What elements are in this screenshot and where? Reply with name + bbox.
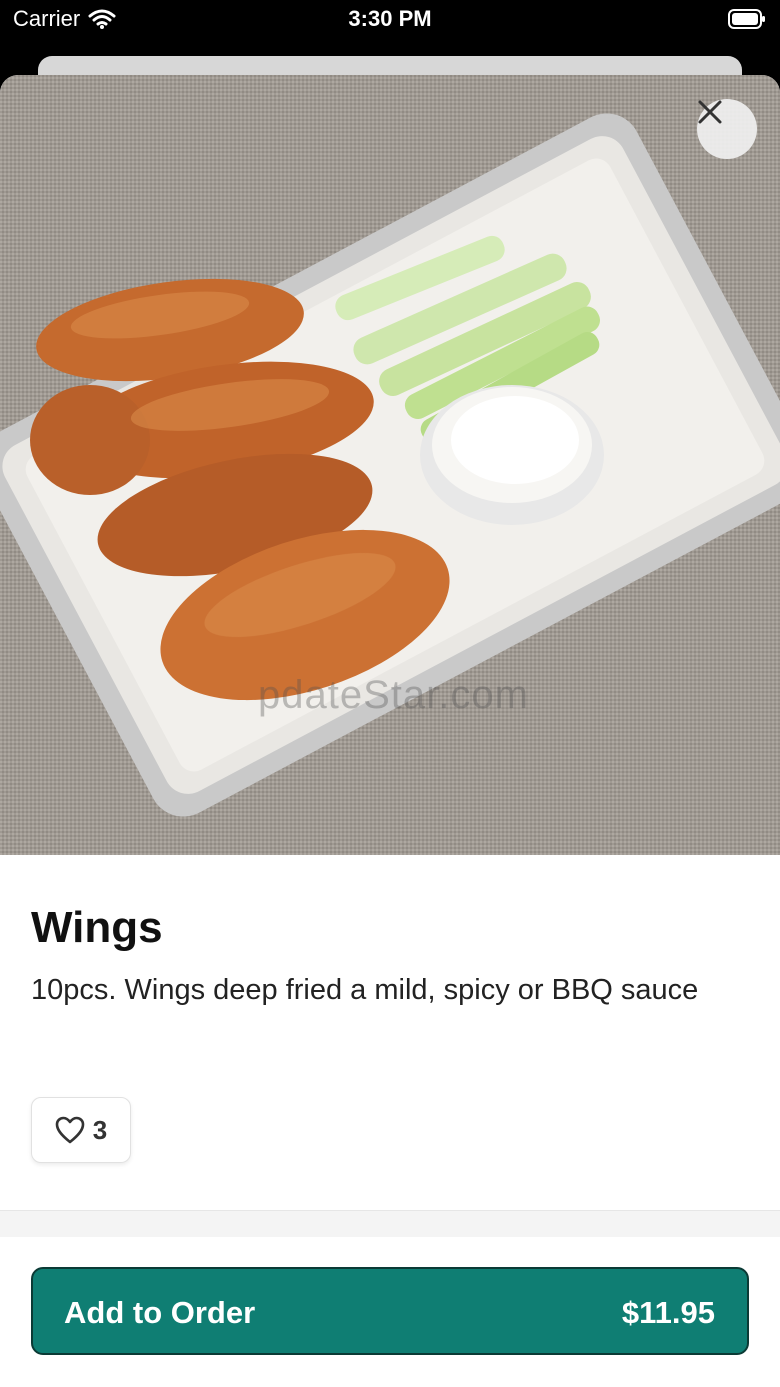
status-time: 3:30 PM	[348, 6, 432, 31]
watermark: pdateStar.com	[258, 673, 529, 717]
screen: Carrier 3:30 PM pdateStar.com Wings 10pc…	[0, 0, 780, 1387]
close-icon	[698, 100, 722, 124]
add-to-order-label: Add to Order	[64, 1295, 256, 1330]
close-button[interactable]	[697, 99, 757, 159]
section-divider	[0, 1210, 780, 1237]
status-bar: Carrier 3:30 PM	[0, 0, 780, 40]
item-description: 10pcs. Wings deep fried a mild, spicy or…	[31, 974, 699, 1006]
like-count: 3	[92, 1114, 108, 1145]
heart-outline-icon	[55, 1116, 85, 1144]
item-price: $11.95	[621, 1295, 715, 1330]
item-photo: pdateStar.com	[0, 75, 780, 855]
item-title: Wings	[31, 903, 163, 952]
item-detail-sheet: pdateStar.com Wings 10pcs. Wings deep fr…	[0, 75, 780, 1387]
add-to-order-button[interactable]: Add to Order $11.95	[31, 1267, 749, 1355]
wings-photo-illustration	[0, 113, 780, 817]
battery-icon	[728, 9, 765, 29]
like-button[interactable]: 3	[31, 1097, 131, 1163]
